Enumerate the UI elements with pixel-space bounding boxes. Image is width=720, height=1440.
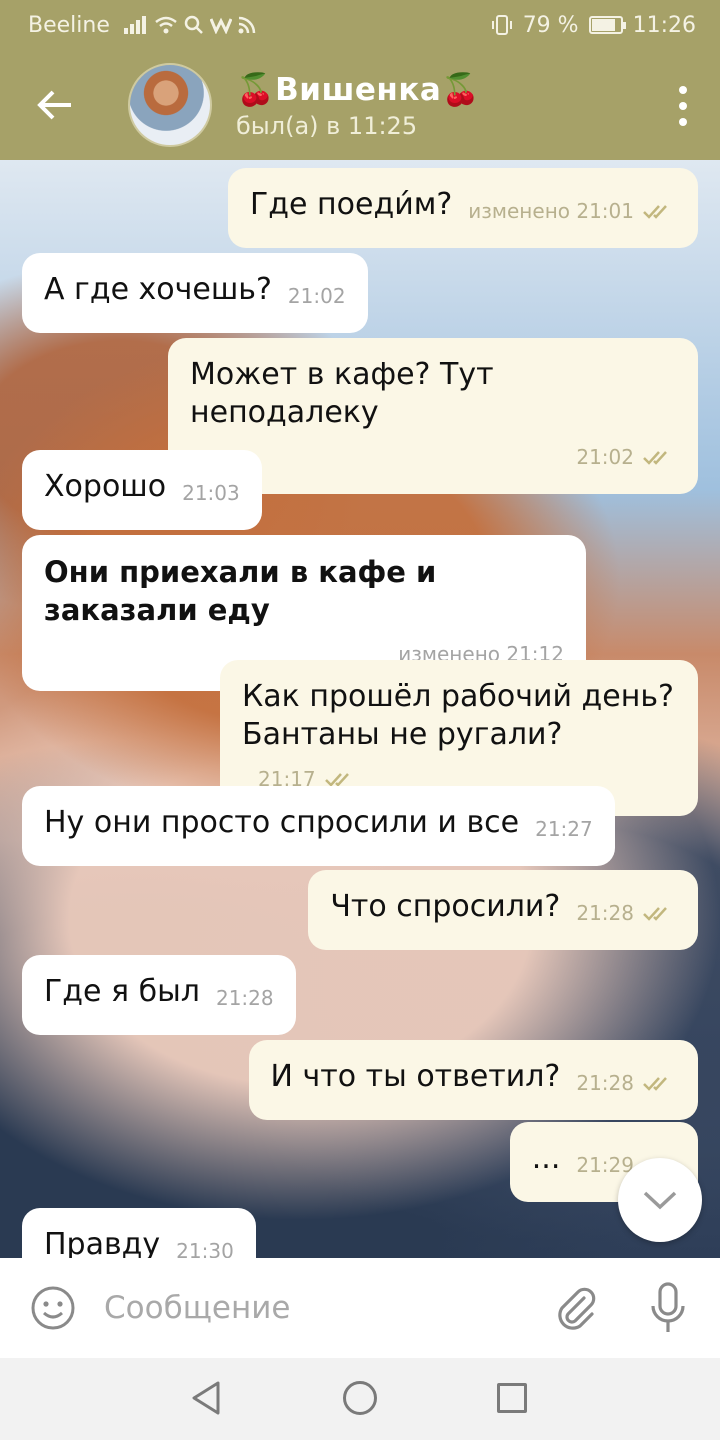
chat-header: 🍒Вишенка🍒 был(а) в 11:25 <box>0 50 720 160</box>
signal-icon <box>123 16 146 34</box>
nav-back-icon[interactable] <box>190 1380 222 1416</box>
message-list[interactable]: Где поеди́м? изменено 21:01 А где хочешь?… <box>0 160 720 1258</box>
message-text: А где хочешь? <box>44 272 272 307</box>
message-bubble[interactable]: Что спросили? 21:28 <box>308 870 698 950</box>
search-icon <box>184 15 203 34</box>
smiley-icon[interactable] <box>30 1285 76 1331</box>
system-nav-bar <box>0 1358 720 1440</box>
message-time: 21:27 <box>535 817 593 841</box>
message-text: ... <box>531 1141 561 1176</box>
clock: 11:26 <box>632 12 696 38</box>
message-meta: 21:02 <box>288 277 346 315</box>
message-text: Правду <box>44 1227 161 1258</box>
message-bubble[interactable]: Ну они просто спросили и все 21:27 <box>22 786 615 866</box>
message-meta: изменено 21:01 <box>468 192 676 230</box>
message-time: 21:28 <box>576 901 634 925</box>
message-meta: 21:28 <box>576 894 676 932</box>
message-text: Где я был <box>44 974 200 1009</box>
message-time: 21:02 <box>576 445 634 469</box>
message-input[interactable]: Сообщение <box>104 1290 290 1326</box>
chat-name: 🍒Вишенка🍒 <box>236 71 481 108</box>
message-meta: 21:27 <box>535 810 593 848</box>
app-notification-icon <box>209 17 232 34</box>
message-meta: 21:03 <box>182 474 240 512</box>
message-time: 21:30 <box>176 1239 234 1258</box>
message-time: 21:28 <box>215 986 274 1010</box>
carrier-name: Beeline <box>28 12 110 38</box>
message-bubble[interactable]: Хорошо 21:03 <box>22 450 262 530</box>
status-icons <box>123 15 256 35</box>
message-meta: 21:30 <box>176 1232 234 1258</box>
message-meta: 21:02 <box>576 438 676 476</box>
message-text: Они приехали в кафе и заказали еду <box>44 555 437 627</box>
battery-percent: 79 % <box>522 12 579 38</box>
message-meta: 21:28 <box>576 1064 676 1102</box>
battery-level <box>591 19 616 31</box>
status-right: 79 % 11:26 <box>491 13 696 38</box>
message-text: Где поеди́м? <box>250 187 453 222</box>
nav-home-icon[interactable] <box>343 1381 377 1415</box>
double-check-icon <box>643 451 667 465</box>
nav-recent-apps-icon[interactable] <box>497 1383 527 1413</box>
arrow-left-icon <box>37 90 71 120</box>
back-button[interactable] <box>0 50 110 160</box>
message-bubble[interactable]: Где я был 21:28 <box>22 955 296 1035</box>
message-bubble[interactable]: Где поеди́м? изменено 21:01 <box>228 168 698 248</box>
rss-icon <box>238 16 256 34</box>
message-text: Как прошёл рабочий день? Бантаны не руга… <box>242 679 674 752</box>
double-check-icon <box>643 205 667 219</box>
double-check-icon <box>643 907 667 921</box>
chevron-down-icon <box>643 1191 677 1210</box>
scroll-to-bottom-button[interactable] <box>618 1158 702 1242</box>
message-text: Ну они просто спросили и все <box>44 805 520 840</box>
wifi-icon <box>155 16 177 34</box>
more-vertical-icon[interactable] <box>676 86 690 126</box>
message-time: 21:02 <box>287 284 346 308</box>
message-text: Что спросили? <box>330 889 561 924</box>
message-bubble[interactable]: И что ты ответил? 21:28 <box>248 1040 698 1120</box>
message-time: 21:28 <box>576 1071 634 1095</box>
message-meta: 21:28 <box>216 979 274 1017</box>
message-composer: Сообщение <box>0 1258 720 1358</box>
microphone-icon[interactable] <box>648 1282 688 1334</box>
double-check-icon <box>643 1077 667 1091</box>
avatar[interactable] <box>128 63 212 147</box>
message-bubble[interactable]: А где хочешь? 21:02 <box>22 253 368 333</box>
message-text: И что ты ответил? <box>270 1059 561 1094</box>
message-time: 21:03 <box>182 481 240 505</box>
battery-icon <box>588 16 626 34</box>
message-time: изменено 21:01 <box>468 199 634 223</box>
status-bar: Beeline 79 % 11:26 <box>0 0 720 50</box>
vibrate-icon <box>491 15 512 35</box>
paperclip-icon[interactable] <box>554 1286 598 1330</box>
message-bubble[interactable]: Правду 21:30 <box>22 1208 256 1258</box>
message-text: Может в кафе? Тут неподалеку <box>190 357 494 430</box>
last-seen-status: был(а) в 11:25 <box>236 111 418 140</box>
chat-title-block[interactable]: 🍒Вишенка🍒 был(а) в 11:25 <box>236 71 480 140</box>
message-text: Хорошо <box>44 469 167 504</box>
